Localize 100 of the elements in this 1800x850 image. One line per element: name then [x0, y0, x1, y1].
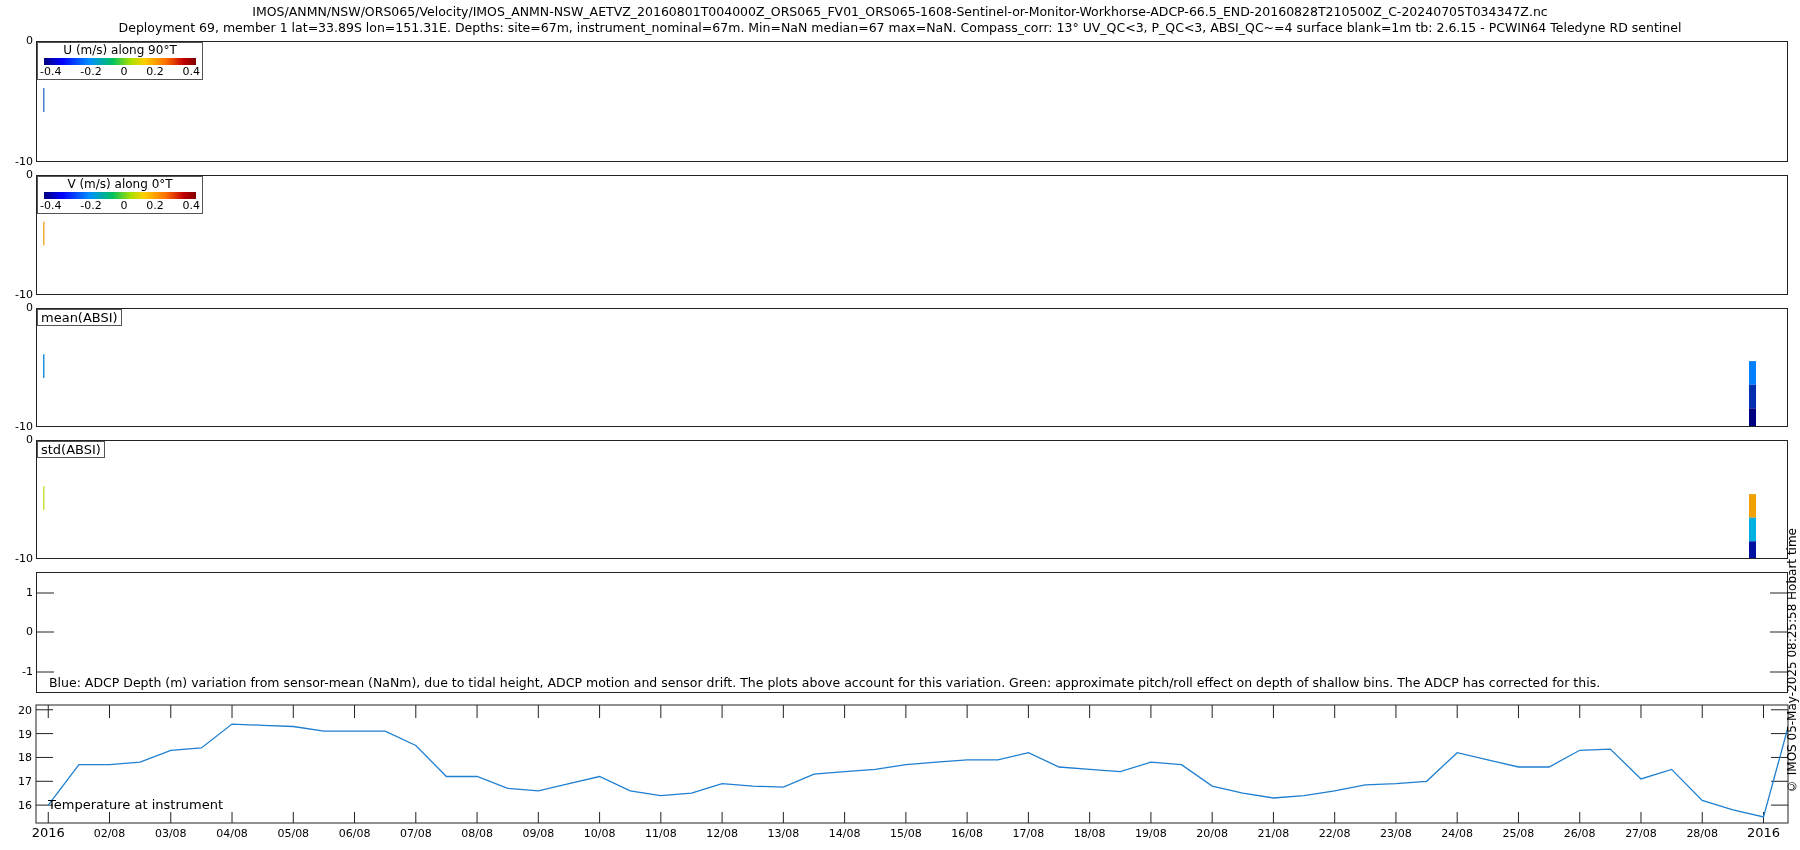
x-tick-label: 16/08 — [951, 827, 983, 840]
x-tick-label: 05/08 — [277, 827, 310, 840]
x-tick-label: 2016 — [31, 825, 65, 840]
y-tick-label: -10 — [15, 288, 33, 302]
x-tick-label: 27/08 — [1625, 827, 1657, 840]
tick-mark — [599, 811, 601, 824]
x-tick-label: 13/08 — [767, 827, 800, 840]
tick-mark — [1763, 704, 1764, 719]
plot-label: Temperature at instrument — [48, 797, 223, 812]
y-tick-label: -1 — [22, 665, 33, 679]
timestamp-note: © IMOS 05-May-2025 08:25:58 Hobart time — [1785, 528, 1800, 794]
data-stripe — [43, 486, 45, 510]
tick-mark — [35, 804, 54, 806]
tick-mark — [35, 780, 54, 782]
tick-mark — [1150, 704, 1152, 719]
colorbar-tick-label: -0.2 — [80, 199, 102, 212]
x-tick-label: 03/08 — [154, 827, 187, 840]
tick-mark — [292, 811, 294, 824]
tick-mark — [1089, 704, 1091, 719]
y-tick-label: -10 — [15, 420, 33, 434]
tick-mark — [966, 811, 968, 824]
x-tick-label: 22/08 — [1318, 827, 1351, 840]
tick-mark — [476, 811, 478, 824]
tick-mark — [1640, 811, 1642, 824]
tick-mark — [1395, 811, 1397, 824]
tick-mark — [537, 811, 539, 824]
colorbar-tick-label: -0.2 — [80, 65, 102, 78]
colorbar-title: U (m/s) along 90°T — [63, 43, 177, 58]
colorbar-tick-label: 0 — [120, 65, 128, 78]
tick-mark — [1027, 704, 1029, 719]
tick-mark — [660, 704, 662, 719]
colorbar-title: V (m/s) along 0°T — [67, 177, 173, 192]
caption-text: Blue: ADCP Depth (m) variation from sensor-mean (NaNm), due to tidal height, ADCP motion and sensor drift. The plots above account for this variation. Green: approximate pitch/roll effect on depth of shallow bins. The ADCP has corrected for this. — [49, 675, 1601, 690]
x-tick-label: 17/08 — [1012, 827, 1045, 840]
tick-mark — [905, 811, 907, 824]
panel-label: std(ABSI) — [37, 441, 105, 458]
tick-mark — [1211, 811, 1213, 824]
tick-mark — [782, 811, 784, 824]
tick-mark — [35, 733, 54, 735]
tick-mark — [1456, 811, 1458, 824]
data-stripe — [43, 88, 45, 112]
tick-mark — [170, 704, 172, 719]
tick-mark — [966, 704, 968, 719]
tick-mark — [1701, 811, 1703, 824]
tick-mark — [721, 704, 723, 719]
y-tick-label: 17 — [18, 775, 32, 789]
tick-mark — [1211, 704, 1213, 719]
tick-mark — [354, 811, 356, 824]
colorbar-tick-label: -0.4 — [40, 199, 62, 212]
figure-title: IMOS/ANMN/NSW/ORS065/Velocity/IMOS_ANMN-NSW_AETVZ_20160801T004000Z_ORS065_FV01_ORS065-1608-Sentinel-or-Monitor-Workhorse-ADCP-66.5_END-20160828T210500Z_C-20240705T034347Z.nc — [252, 4, 1548, 20]
colorbar-tick-label: 0.4 — [182, 199, 200, 212]
x-tick-label: 04/08 — [216, 827, 248, 840]
colorbar-tick-label: 0.4 — [182, 65, 200, 78]
x-tick-label: 19/08 — [1135, 827, 1167, 840]
x-tick-label: 20/08 — [1196, 827, 1228, 840]
tick-mark — [354, 704, 356, 719]
y-tick-label: 0 — [26, 433, 33, 447]
tick-mark — [1770, 804, 1789, 806]
figure-title: Deployment 69, member 1 lat=33.89S lon=151.31E. Depths: site=67m, instrument_nominal=67m. Min=NaN median=67 max=NaN. Compass_corr: 13° UV_QC<3, P_QC<3, ABSI_QC~=4 surface blank=1m tb: 2.6.15 - PCWIN64 Teledyne RD sentinel — [118, 20, 1682, 36]
tick-mark — [1770, 709, 1789, 711]
tick-mark — [231, 811, 233, 824]
y-tick-label: -10 — [15, 155, 33, 169]
tick-mark — [476, 704, 478, 719]
tick-mark — [170, 811, 172, 824]
x-tick-label: 07/08 — [399, 827, 432, 840]
tick-mark — [1579, 811, 1581, 824]
tick-mark — [1517, 811, 1519, 824]
x-tick-label: 21/08 — [1257, 827, 1290, 840]
x-tick-label: 08/08 — [461, 827, 493, 840]
y-tick-label: 0 — [26, 34, 33, 48]
y-tick-label: 18 — [18, 751, 32, 765]
y-tick-label: 20 — [18, 704, 32, 717]
tick-mark — [721, 811, 723, 824]
x-tick-label: 11/08 — [645, 827, 677, 840]
tick-mark — [1770, 756, 1789, 758]
tick-mark — [109, 811, 110, 824]
x-tick-label: 02/08 — [93, 827, 126, 840]
tick-mark — [35, 756, 54, 758]
tick-mark — [905, 704, 907, 719]
x-tick-label: 24/08 — [1441, 827, 1474, 840]
x-tick-label: 2016 — [1746, 825, 1781, 840]
tick-mark — [292, 704, 294, 719]
x-tick-label: 10/08 — [583, 827, 616, 840]
tick-mark — [1089, 811, 1091, 824]
tick-mark — [537, 704, 539, 719]
y-tick-label: 0 — [26, 168, 33, 182]
tick-mark — [844, 811, 846, 824]
tick-mark — [844, 704, 846, 719]
y-tick-label: 16 — [18, 799, 32, 813]
x-tick-label: 18/08 — [1073, 827, 1106, 840]
tick-mark — [1272, 704, 1274, 719]
tick-mark — [660, 811, 662, 824]
y-tick-label: -10 — [15, 552, 33, 566]
tick-mark — [109, 704, 110, 719]
x-tick-label: 14/08 — [828, 827, 861, 840]
colorbar-tick-label: -0.4 — [40, 65, 62, 78]
panel-label: mean(ABSI) — [37, 309, 122, 326]
tick-mark — [415, 811, 417, 824]
tick-mark — [1701, 704, 1703, 719]
tick-mark — [1272, 811, 1274, 824]
